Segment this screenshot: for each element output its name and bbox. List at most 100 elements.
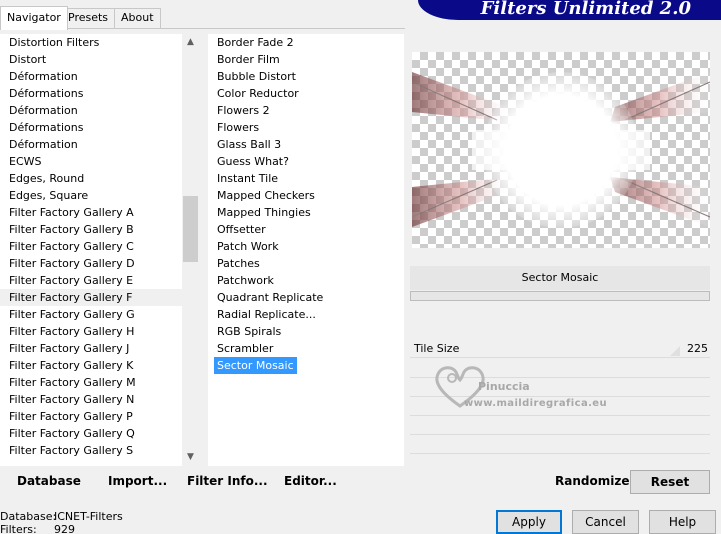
chevron-up-icon[interactable]: ▲: [182, 34, 199, 51]
category-list[interactable]: Distortion Filters Distort Déformation Défo…: [0, 34, 183, 466]
tab-about[interactable]: About: [114, 8, 161, 28]
filter-item[interactable]: Quadrant Replicate: [208, 289, 404, 306]
filter-item-label: Mapped Checkers: [217, 189, 315, 202]
chevron-down-icon[interactable]: ▼: [182, 449, 199, 466]
filter-item-label: Mapped Thingies: [217, 206, 311, 219]
filter-item[interactable]: Flowers 2: [208, 102, 404, 119]
filter-item-label: Offsetter: [217, 223, 266, 236]
filter-item-label: Scrambler: [217, 342, 274, 355]
category-item[interactable]: Filter Factory Gallery K: [0, 357, 183, 374]
category-item[interactable]: Déformation: [0, 136, 183, 153]
filter-item-label: Color Reductor: [217, 87, 299, 100]
filter-item[interactable]: Border Fade 2: [208, 34, 404, 51]
bottom-toolbar-right: Randomize Reset: [410, 468, 710, 496]
apply-button[interactable]: Apply: [496, 510, 562, 534]
category-item[interactable]: Filter Factory Gallery M: [0, 374, 183, 391]
category-item[interactable]: Filter Factory Gallery E: [0, 272, 183, 289]
category-item[interactable]: Filter Factory Gallery F: [0, 289, 183, 306]
filter-item[interactable]: Guess What?: [208, 153, 404, 170]
filter-item-label: Guess What?: [217, 155, 289, 168]
tab-navigator[interactable]: Navigator: [0, 6, 68, 30]
apply-button-label: Apply: [512, 515, 546, 529]
category-item[interactable]: Filter Factory Gallery S: [0, 442, 183, 459]
filter-list[interactable]: Border Fade 2 Border Film Bubble Distort Co…: [208, 34, 404, 466]
preview-image: [412, 72, 710, 228]
filter-item-label: Patches: [217, 257, 260, 270]
param-divider: [410, 377, 710, 378]
category-item[interactable]: Filter Factory Gallery G: [0, 306, 183, 323]
filter-item[interactable]: Bubble Distort: [208, 68, 404, 85]
category-item[interactable]: Déformation: [0, 102, 183, 119]
param-label: Tile Size: [414, 342, 460, 355]
filter-item[interactable]: Radial Replicate...: [208, 306, 404, 323]
bottom-toolbar-left: Database Import... Filter Info... Editor…: [0, 468, 405, 496]
category-item[interactable]: Edges, Round: [0, 170, 183, 187]
filter-item[interactable]: Mapped Thingies: [208, 204, 404, 221]
import-button[interactable]: Import...: [108, 474, 167, 488]
app-banner-title: Filters Unlimited 2.0: [418, 0, 721, 20]
filter-item[interactable]: Mapped Checkers: [208, 187, 404, 204]
filter-item[interactable]: Patchwork: [208, 272, 404, 289]
filter-item-label: Instant Tile: [217, 172, 279, 185]
filter-item[interactable]: Instant Tile: [208, 170, 404, 187]
filter-item[interactable]: Flowers: [208, 119, 404, 136]
param-row-tile-size[interactable]: Tile Size 225: [410, 340, 710, 358]
param-divider: [410, 415, 710, 416]
category-item[interactable]: Edges, Square: [0, 187, 183, 204]
filter-item-label: Bubble Distort: [217, 70, 296, 83]
tab-presets[interactable]: Presets: [61, 8, 116, 28]
filter-item[interactable]: Patches: [208, 255, 404, 272]
filter-item[interactable]: Border Film: [208, 51, 404, 68]
filter-item[interactable]: Sector Mosaic: [208, 357, 404, 374]
filter-info-button[interactable]: Filter Info...: [187, 474, 268, 488]
category-scrollbar[interactable]: ▲ ▼: [182, 34, 199, 466]
filter-item[interactable]: Patch Work: [208, 238, 404, 255]
category-item[interactable]: Déformation: [0, 68, 183, 85]
param-value: 225: [687, 342, 708, 355]
filter-item[interactable]: Scrambler: [208, 340, 404, 357]
cancel-button-label: Cancel: [585, 515, 626, 529]
cancel-button[interactable]: Cancel: [572, 510, 639, 534]
category-item[interactable]: Filter Factory Gallery A: [0, 204, 183, 221]
filter-item-label: Glass Ball 3: [217, 138, 282, 151]
category-item[interactable]: Filter Factory Gallery J: [0, 340, 183, 357]
filter-item[interactable]: Offsetter: [208, 221, 404, 238]
filter-item-label: Patch Work: [217, 240, 279, 253]
parameter-panel: Tile Size 225: [410, 340, 710, 465]
category-item[interactable]: Filter Factory Gallery N: [0, 391, 183, 408]
category-item[interactable]: Filter Factory Gallery D: [0, 255, 183, 272]
scrollbar-thumb[interactable]: [183, 196, 198, 262]
category-item[interactable]: Filter Factory Gallery Q: [0, 425, 183, 442]
editor-button[interactable]: Editor...: [284, 474, 337, 488]
reset-button[interactable]: Reset: [630, 470, 710, 494]
filter-item-label: Radial Replicate...: [217, 308, 316, 321]
filter-item-label: Quadrant Replicate: [217, 291, 324, 304]
filter-item-label: Patchwork: [217, 274, 274, 287]
status-filters-value: 929: [54, 523, 75, 534]
progress-bar: [410, 291, 710, 301]
category-item[interactable]: Filter Factory Gallery B: [0, 221, 183, 238]
filter-item[interactable]: Glass Ball 3: [208, 136, 404, 153]
category-item[interactable]: Filter Factory Gallery P: [0, 408, 183, 425]
filter-item-label: RGB Spirals: [217, 325, 282, 338]
filter-item-label: Border Fade 2: [217, 36, 294, 49]
param-divider: [410, 396, 710, 397]
filter-item-label: Flowers 2: [217, 104, 270, 117]
filter-item[interactable]: Color Reductor: [208, 85, 404, 102]
filter-item-label: Flowers: [217, 121, 260, 134]
filter-preview: [412, 52, 710, 248]
category-item[interactable]: Filter Factory Gallery H: [0, 323, 183, 340]
slider-indicator-icon[interactable]: [670, 346, 680, 356]
filter-item[interactable]: RGB Spirals: [208, 323, 404, 340]
help-button[interactable]: Help: [649, 510, 716, 534]
category-item[interactable]: ECWS: [0, 153, 183, 170]
category-item[interactable]: Déformations: [0, 119, 183, 136]
database-button[interactable]: Database: [17, 474, 81, 488]
category-item[interactable]: Distortion Filters: [0, 34, 183, 51]
category-item[interactable]: Déformations: [0, 85, 183, 102]
tab-bar: Navigator Presets About: [0, 0, 405, 30]
status-database-value: ICNET-Filters: [54, 510, 123, 523]
category-item[interactable]: Distort: [0, 51, 183, 68]
randomize-button[interactable]: Randomize: [555, 474, 629, 488]
category-item[interactable]: Filter Factory Gallery C: [0, 238, 183, 255]
